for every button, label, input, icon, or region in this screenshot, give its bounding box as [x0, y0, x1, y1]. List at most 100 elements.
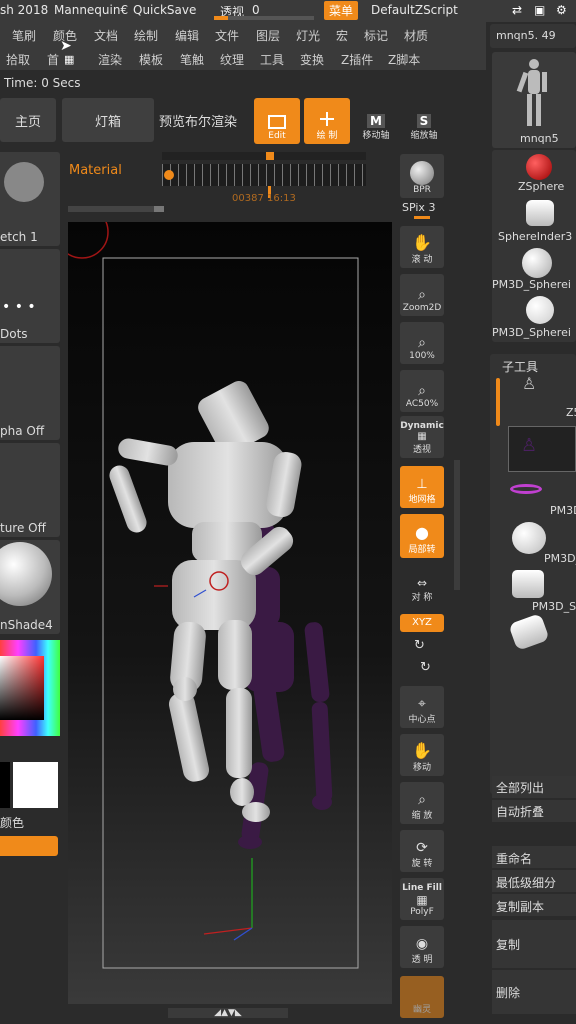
subtool-name-1[interactable]: Z5	[566, 406, 576, 419]
rotate-z-icon[interactable]: ↻	[420, 660, 431, 675]
subtool-active-item[interactable]: ♙	[508, 426, 576, 472]
delete-button[interactable]: 删除	[492, 970, 576, 1014]
zoom2d-button[interactable]: ⌕ Zoom2D	[400, 274, 444, 316]
menu-draw[interactable]: 绘制	[134, 27, 158, 44]
move-button[interactable]: ✋ 移动	[400, 734, 444, 776]
menu-file[interactable]: 文件	[215, 27, 239, 44]
menu-texture[interactable]: 纹理	[220, 51, 244, 68]
dots-stroke-thumb[interactable]: • • • Dots	[0, 249, 60, 343]
main-color-swatch[interactable]	[13, 762, 58, 808]
menu-material[interactable]: 材质	[404, 27, 428, 44]
menu-render[interactable]: 渲染	[98, 51, 122, 68]
scroll-button[interactable]: ✋ 滚 动	[400, 226, 444, 268]
menu-light[interactable]: 灯光	[296, 27, 320, 44]
timeline-top-marker[interactable]	[266, 152, 274, 160]
menu-document[interactable]: 文档	[94, 27, 118, 44]
secondary-color-swatch[interactable]	[0, 762, 10, 808]
quicksave-button[interactable]: QuickSave	[133, 3, 196, 17]
fill-color-button[interactable]	[0, 836, 58, 856]
menu-zplugin[interactable]: Z插件	[341, 51, 373, 68]
tool-cylinder[interactable]: SphereInder3	[498, 230, 572, 243]
timeline-track[interactable]	[162, 164, 366, 186]
menu-picker[interactable]: 拾取	[6, 51, 30, 68]
sphere-icon-2[interactable]	[526, 296, 554, 324]
layout-icon[interactable]: ▣	[534, 3, 545, 17]
subtool-mannequin-icon[interactable]: ♙	[522, 374, 536, 393]
canvas-scrollbar[interactable]	[68, 206, 164, 212]
subtool-cylinder-icon[interactable]	[512, 570, 544, 598]
subtool-name-3[interactable]: PM3D_S	[544, 552, 576, 565]
home-button[interactable]: 主页	[0, 98, 56, 142]
tool-zsphere[interactable]: ZSphere	[518, 180, 564, 193]
bpr-button[interactable]: BPR	[400, 154, 444, 198]
ghost-button[interactable]: 幽灵	[400, 976, 444, 1018]
rotate-y-icon[interactable]: ↻	[414, 638, 425, 653]
xyz-toggle[interactable]: XYZ	[400, 614, 444, 632]
center-point-button[interactable]: ⌖ 中心点	[400, 686, 444, 728]
tool-thumb-mnqn5[interactable]: mnqn5	[492, 52, 576, 148]
bottom-tray-toggle-icon[interactable]: ◢▲▼◣	[168, 1008, 288, 1018]
timeline-start-handle[interactable]	[164, 170, 174, 180]
current-tool-field[interactable]: mnqn5. 49	[490, 24, 576, 48]
timeline-top-track[interactable]	[162, 152, 366, 160]
viewport-canvas[interactable]	[55, 205, 392, 1004]
color-picker-square[interactable]	[0, 656, 44, 720]
zsphere-icon[interactable]	[526, 154, 552, 180]
subtool-scrollbar[interactable]	[496, 378, 500, 426]
linefill-button[interactable]: Line Fill ▦ PolyF	[400, 878, 444, 920]
tool-pm3d-sphere-1[interactable]: PM3D_Spherei	[492, 278, 571, 291]
transparency-slider[interactable]	[214, 16, 314, 20]
menu-layer[interactable]: 图层	[256, 27, 280, 44]
rename-button[interactable]: 重命名	[492, 846, 576, 868]
auto-collapse-button[interactable]: 自动折叠	[492, 800, 576, 822]
tool-pm3d-sphere-2[interactable]: PM3D_Spherei	[492, 326, 571, 339]
lightbox-button[interactable]: 灯箱	[62, 98, 154, 142]
local-rotate-button[interactable]: ● 局部转	[400, 514, 444, 558]
settings-icon[interactable]: ⚙	[556, 3, 567, 17]
texture-thumb[interactable]: ture Off	[0, 443, 60, 537]
transparent-button[interactable]: ◉ 透 明	[400, 926, 444, 968]
menu-transform[interactable]: 变换	[300, 51, 324, 68]
edit-button[interactable]: Edit	[254, 98, 300, 144]
color-picker-ring[interactable]	[0, 640, 60, 736]
cylinder-icon[interactable]	[526, 200, 554, 226]
menu-zscript[interactable]: Z脚本	[388, 51, 420, 68]
lowest-subdiv-button[interactable]: 最低级细分	[492, 870, 576, 892]
spix-control[interactable]: SPix 3	[402, 201, 442, 219]
actual-size-button[interactable]: ⌕ 100%	[400, 322, 444, 364]
subtool-name-2[interactable]: PM3D	[550, 504, 576, 517]
preview-bool-button[interactable]: 预览布尔渲染	[158, 98, 238, 142]
rotate-button[interactable]: ⟳ 旋 转	[400, 830, 444, 872]
menu-preferences[interactable]: 首	[47, 51, 59, 68]
zoom-button[interactable]: ⌕ 缩 放	[400, 782, 444, 824]
subtool-torus-icon[interactable]	[510, 484, 542, 494]
menu-edit[interactable]: 编辑	[175, 27, 199, 44]
ac50-button[interactable]: ⌕ AC50%	[400, 370, 444, 412]
subtool-cylinder-icon-2[interactable]	[508, 613, 550, 651]
menu-stroke[interactable]: 笔触	[180, 51, 204, 68]
sketch-brush-thumb[interactable]: etch 1	[0, 152, 60, 246]
alpha-thumb[interactable]: pha Off	[0, 346, 60, 440]
menu-marker[interactable]: 标记	[364, 27, 388, 44]
subtool-sphere-icon[interactable]	[512, 522, 546, 554]
sphere-icon-1[interactable]	[522, 248, 552, 278]
floor-grid-button[interactable]: ⊥ 地网格	[400, 466, 444, 508]
menu-button[interactable]: 菜单	[324, 1, 359, 20]
window-swap-icon[interactable]: ⇄	[512, 3, 522, 17]
shelf-scrollbar[interactable]	[454, 460, 460, 590]
subtool-name-4[interactable]: PM3D_S	[532, 600, 576, 613]
duplicate-copy-button[interactable]: 复制副本	[492, 894, 576, 916]
menu-tool[interactable]: 工具	[260, 51, 284, 68]
menu-stencil[interactable]: 模板	[139, 51, 163, 68]
matcap-thumb[interactable]: nShade4	[0, 540, 60, 634]
menu-macro[interactable]: 宏	[336, 27, 348, 44]
draw-button[interactable]: 绘 制	[304, 98, 350, 144]
list-all-button[interactable]: 全部列出	[492, 776, 576, 798]
move-gizmo-button[interactable]: M 移动轴	[356, 98, 396, 144]
symmetry-button[interactable]: ⇔ 对 称	[400, 570, 444, 606]
subtool-title: 子工具	[502, 360, 539, 374]
duplicate-button[interactable]: 复制	[492, 920, 576, 968]
perspective-button[interactable]: Dynamic ▦ 透视	[400, 416, 444, 458]
scale-gizmo-button[interactable]: S 缩放轴	[404, 98, 444, 144]
menu-brush[interactable]: 笔刷	[12, 27, 36, 44]
